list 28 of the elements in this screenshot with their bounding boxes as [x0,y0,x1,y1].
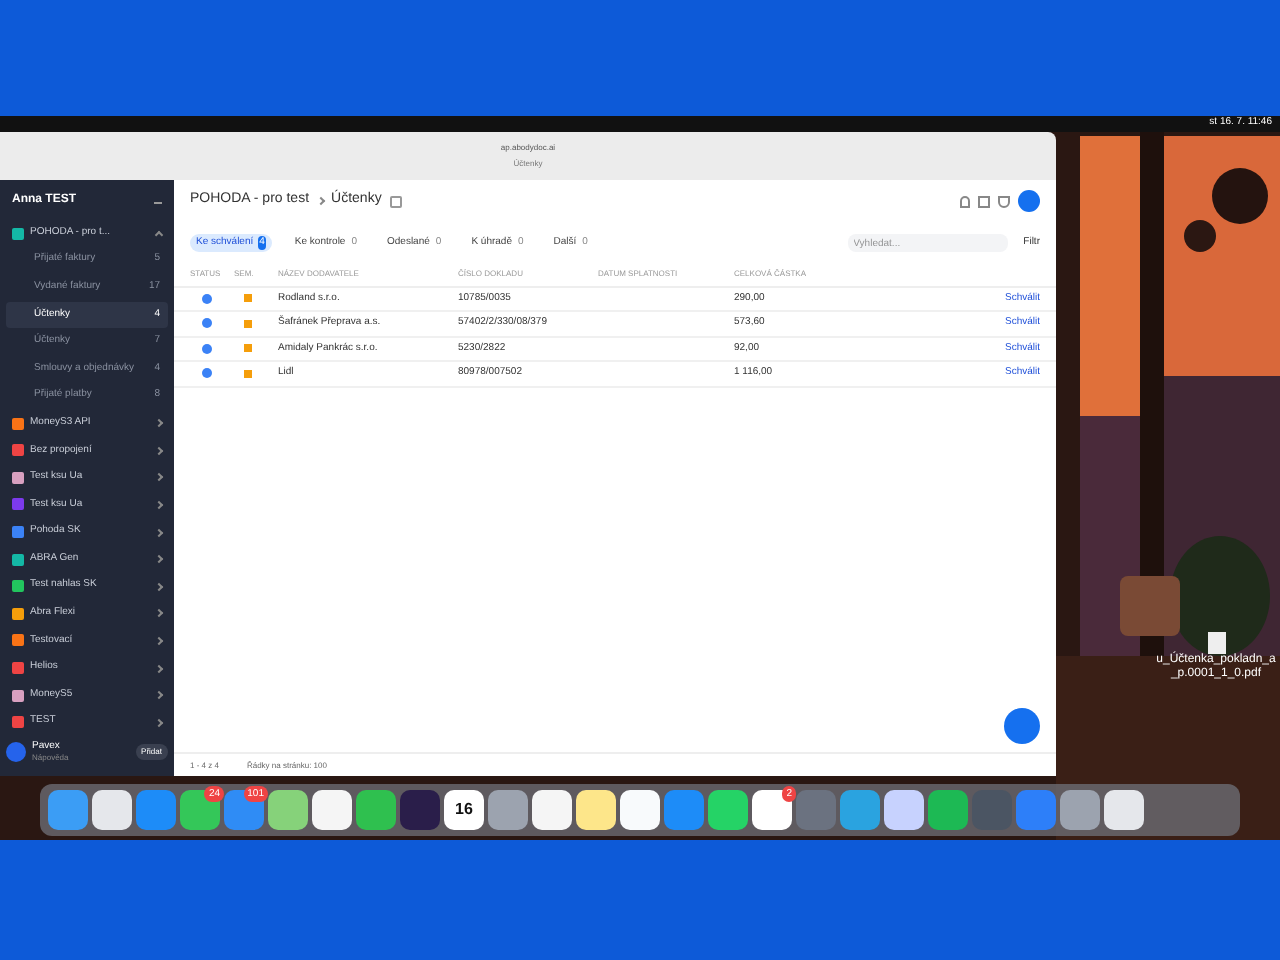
app-icon[interactable] [268,790,308,830]
app-icon[interactable] [92,790,132,830]
app-icon[interactable] [1104,790,1144,830]
app-icon[interactable] [180,790,220,830]
calendar-day: 16 [455,798,473,822]
avatar-icon[interactable] [1018,190,1040,213]
document-icon [244,369,252,378]
app-icon[interactable] [884,790,924,830]
app-icon[interactable] [576,790,616,830]
app-icon[interactable] [356,790,396,830]
copy-icon[interactable] [389,195,402,208]
app-icon[interactable] [708,790,748,830]
app-icon[interactable] [532,790,572,830]
status-icon [202,343,212,354]
document-icon [244,319,252,328]
status-icon [202,293,212,304]
app-icon[interactable] [752,790,792,830]
avatar-icon [6,742,26,762]
document-icon [244,294,252,303]
app-icon[interactable]: 16 [444,790,484,830]
app-icon[interactable] [224,790,264,830]
add-fab[interactable] [1004,708,1040,744]
document-icon [244,344,252,353]
app-icon[interactable] [488,790,528,830]
app-icon[interactable] [620,790,660,830]
app-icon[interactable] [312,790,352,830]
status-icon [202,318,212,329]
status-icon [202,368,212,379]
